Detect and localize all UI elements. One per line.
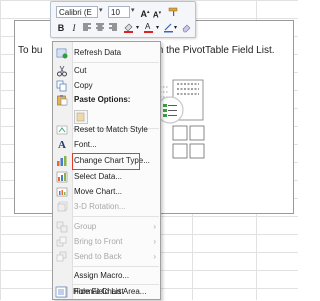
menu-item-label: Refresh Data — [74, 48, 122, 57]
submenu-arrow-icon: › — [153, 252, 156, 261]
menu-item-move-chart[interactable]: Move Chart... — [53, 185, 160, 199]
menu-item-label: Hide Field List — [73, 287, 124, 296]
font-color-icon[interactable]: A — [143, 22, 155, 34]
paste-keep-formatting-button[interactable] — [74, 110, 88, 124]
send-back-icon — [56, 251, 68, 263]
paste-icon — [56, 94, 68, 106]
chart-type-icon — [56, 155, 68, 167]
bring-front-icon — [56, 236, 68, 248]
shrink-font-button[interactable]: A▾ — [151, 7, 163, 20]
menu-item-hide-field-list[interactable]: Hide Field List — [52, 285, 159, 299]
change-chart-type-highlight — [72, 153, 140, 170]
bold-button[interactable]: B — [55, 22, 67, 34]
menu-separator — [73, 266, 159, 267]
menu-item-cut[interactable]: Cut — [53, 64, 160, 78]
copy-icon — [56, 80, 68, 92]
menu-separator — [73, 62, 159, 63]
font-size-box[interactable]: 10 — [108, 6, 130, 18]
mini-formatting-toolbar: Calibri (E ▾ 10 ▾ A▴ A▾ B I ▾ A ▾ ▾ — [50, 1, 196, 38]
refresh-icon — [56, 47, 68, 59]
menu-item-label: Reset to Match Style — [74, 125, 148, 134]
menu-item-label: Select Data... — [74, 172, 123, 181]
menu-separator — [73, 216, 159, 217]
outline-dropdown-icon[interactable]: ▾ — [174, 24, 177, 31]
menu-item-label: Copy — [74, 81, 93, 90]
rotation-3d-icon — [56, 201, 68, 213]
menu-item-label: Paste Options: — [74, 95, 131, 104]
font-color-dropdown-icon[interactable]: ▾ — [156, 24, 159, 31]
align-right-icon[interactable] — [107, 22, 119, 34]
scissors-icon — [56, 65, 68, 77]
menu-item-label: Assign Macro... — [74, 271, 130, 280]
eraser-icon[interactable] — [180, 22, 192, 34]
move-chart-icon — [56, 186, 68, 198]
italic-button[interactable]: I — [68, 22, 80, 34]
field-list-icon — [55, 286, 67, 298]
menu-item-label: Send to Back — [74, 252, 122, 261]
menu-item-refresh-data[interactable]: Refresh Data — [53, 46, 160, 60]
fill-color-icon[interactable] — [123, 22, 135, 34]
menu-item-label: Font... — [74, 140, 97, 149]
menu-item-3d-rotation: 3-D Rotation... — [53, 200, 160, 214]
outline-icon[interactable] — [162, 22, 174, 34]
menu-item-assign-macro[interactable]: Assign Macro... — [53, 269, 160, 283]
menu-item-label: Move Chart... — [74, 187, 123, 196]
menu-item-paste-options: Paste Options: — [53, 93, 160, 107]
font-icon: A — [58, 139, 66, 151]
svg-text:A: A — [145, 22, 151, 31]
menu-item-copy[interactable]: Copy — [53, 79, 160, 93]
menu-item-select-data[interactable]: Select Data... — [53, 170, 160, 184]
fill-color-dropdown-icon[interactable]: ▾ — [136, 24, 139, 31]
menu-item-bring-to-front: Bring to Front › — [53, 235, 160, 249]
submenu-arrow-icon: › — [153, 237, 156, 246]
pivot-placeholder-graphic — [156, 79, 205, 159]
size-dropdown-icon[interactable]: ▾ — [131, 6, 135, 14]
menu-item-label: Cut — [74, 66, 87, 75]
submenu-arrow-icon: › — [153, 222, 156, 231]
menu-item-label: Group — [74, 222, 97, 231]
menu-item-label: Bring to Front — [74, 237, 123, 246]
grow-font-button[interactable]: A▴ — [139, 6, 151, 19]
reset-style-icon — [56, 124, 68, 136]
format-painter-icon[interactable] — [167, 6, 179, 18]
font-dropdown-icon[interactable]: ▾ — [99, 6, 103, 14]
align-left-icon[interactable] — [81, 22, 93, 34]
menu-item-send-to-back: Send to Back › — [53, 250, 160, 264]
context-menu: Refresh Data Cut Copy Paste Options: Res… — [52, 41, 161, 300]
menu-item-label: 3-D Rotation... — [74, 202, 126, 211]
select-data-icon — [56, 171, 68, 183]
menu-item-reset-to-match-style[interactable]: Reset to Match Style — [53, 123, 160, 137]
group-icon — [56, 221, 68, 233]
align-center-icon[interactable] — [94, 22, 106, 34]
font-name-box[interactable]: Calibri (E — [56, 6, 98, 18]
menu-item-group: Group › — [53, 220, 160, 234]
menu-item-font[interactable]: A Font... — [53, 138, 160, 152]
